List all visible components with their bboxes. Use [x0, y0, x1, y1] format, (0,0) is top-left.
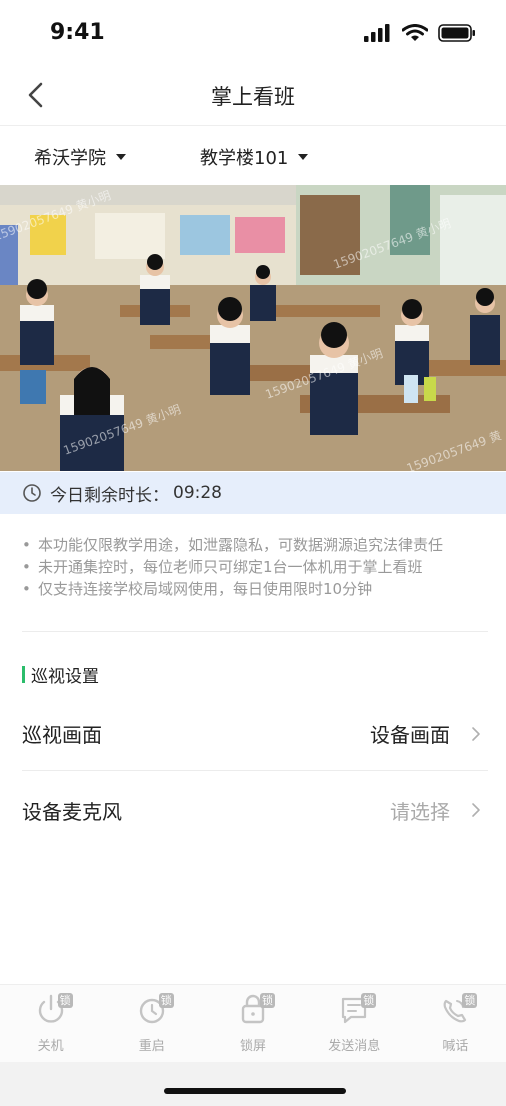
power-icon: 锁 — [31, 991, 73, 1027]
message-icon: 锁 — [334, 991, 377, 1027]
chevron-right-icon — [472, 726, 480, 741]
clock-icon — [23, 484, 41, 502]
divider — [22, 631, 488, 632]
tool-label: 发送消息 — [328, 1039, 381, 1054]
remaining-time-label: 今日剩余时长： — [50, 485, 169, 506]
usage-notes: • 本功能仅限教学用途，如泄露隐私，可数据溯源追究法律责任 • 未开通集控时，每位老… — [22, 534, 488, 600]
remaining-time-bar: 今日剩余时长： 09:28 — [0, 472, 506, 514]
home-indicator-area — [0, 1062, 506, 1106]
home-indicator[interactable] — [164, 1088, 346, 1094]
tool-label: 锁屏 — [240, 1039, 267, 1054]
chevron-right-icon — [472, 803, 480, 817]
wifi-icon — [402, 24, 428, 41]
battery-icon — [438, 24, 475, 42]
bottom-toolbar: 锁 关机 锁 重启 锁 锁屏 锁 发送消息 锁 喊话 — [0, 984, 506, 1062]
lock-screen-icon: 锁 — [233, 991, 275, 1027]
note-item: • 本功能仅限教学用途，如泄露隐私，可数据溯源追究法律责任 — [22, 536, 444, 554]
caret-down-icon — [116, 154, 126, 160]
restart-icon: 锁 — [132, 991, 174, 1027]
school-selector[interactable]: 希沃学院 — [34, 144, 126, 170]
section-accent-bar — [22, 666, 25, 683]
patrol-view-row[interactable]: 巡视画面 设备画面 — [22, 697, 488, 771]
device-microphone-row[interactable]: 设备麦克风 请选择 — [22, 773, 488, 847]
status-icons — [364, 24, 476, 42]
note-item: • 未开通集控时，每位老师只可绑定1台一体机用于掌上看班 — [22, 558, 423, 576]
note-text: 本功能仅限教学用途，如泄露隐私，可数据溯源追究法律责任 — [38, 536, 444, 554]
shutdown-button[interactable]: 锁 关机 — [0, 985, 101, 1062]
send-message-button[interactable]: 锁 发送消息 — [304, 985, 405, 1062]
broadcast-button[interactable]: 锁 喊话 — [405, 985, 506, 1062]
tool-label: 关机 — [37, 1039, 64, 1054]
row-label: 设备麦克风 — [22, 799, 122, 824]
section-title: 巡视设置 — [22, 662, 99, 687]
tool-label: 重启 — [138, 1039, 165, 1054]
section-title-text: 巡视设置 — [31, 667, 99, 687]
room-selector-label: 教学楼101 — [200, 148, 289, 169]
note-item: • 仅支持连接学校局域网使用，每日使用限时10分钟 — [22, 580, 373, 598]
selector-row: 希沃学院 教学楼101 — [0, 127, 506, 185]
status-time: 9:41 — [50, 20, 105, 45]
signal-icon — [364, 24, 390, 42]
row-value-placeholder: 请选择 — [390, 799, 450, 824]
room-selector[interactable]: 教学楼101 — [200, 144, 309, 170]
lock-badge: 锁 — [361, 993, 377, 1008]
lock-badge: 锁 — [158, 993, 174, 1008]
remaining-time-value: 09:28 — [173, 483, 222, 503]
lock-badge: 锁 — [260, 993, 275, 1008]
restart-button[interactable]: 锁 重启 — [101, 985, 202, 1062]
classroom-video-feed[interactable]: 15902057649 黄小明 15902057649 黄小明 15902057… — [0, 185, 506, 471]
note-text: 仅支持连接学校局域网使用，每日使用限时10分钟 — [38, 580, 373, 598]
lock-badge: 锁 — [57, 993, 73, 1008]
caret-down-icon — [298, 154, 309, 160]
lock-badge: 锁 — [462, 993, 478, 1008]
tool-label: 喊话 — [442, 1039, 469, 1054]
lock-screen-button[interactable]: 锁 锁屏 — [202, 985, 303, 1062]
page-title: 掌上看班 — [211, 85, 295, 109]
row-label: 巡视画面 — [22, 723, 102, 747]
status-bar: 9:41 — [0, 0, 506, 64]
note-text: 未开通集控时，每位老师只可绑定1台一体机用于掌上看班 — [38, 558, 423, 576]
call-icon: 锁 — [435, 991, 478, 1027]
school-selector-label: 希沃学院 — [34, 148, 106, 169]
nav-bar: 掌上看班 — [0, 64, 506, 126]
row-value: 设备画面 — [370, 723, 450, 747]
